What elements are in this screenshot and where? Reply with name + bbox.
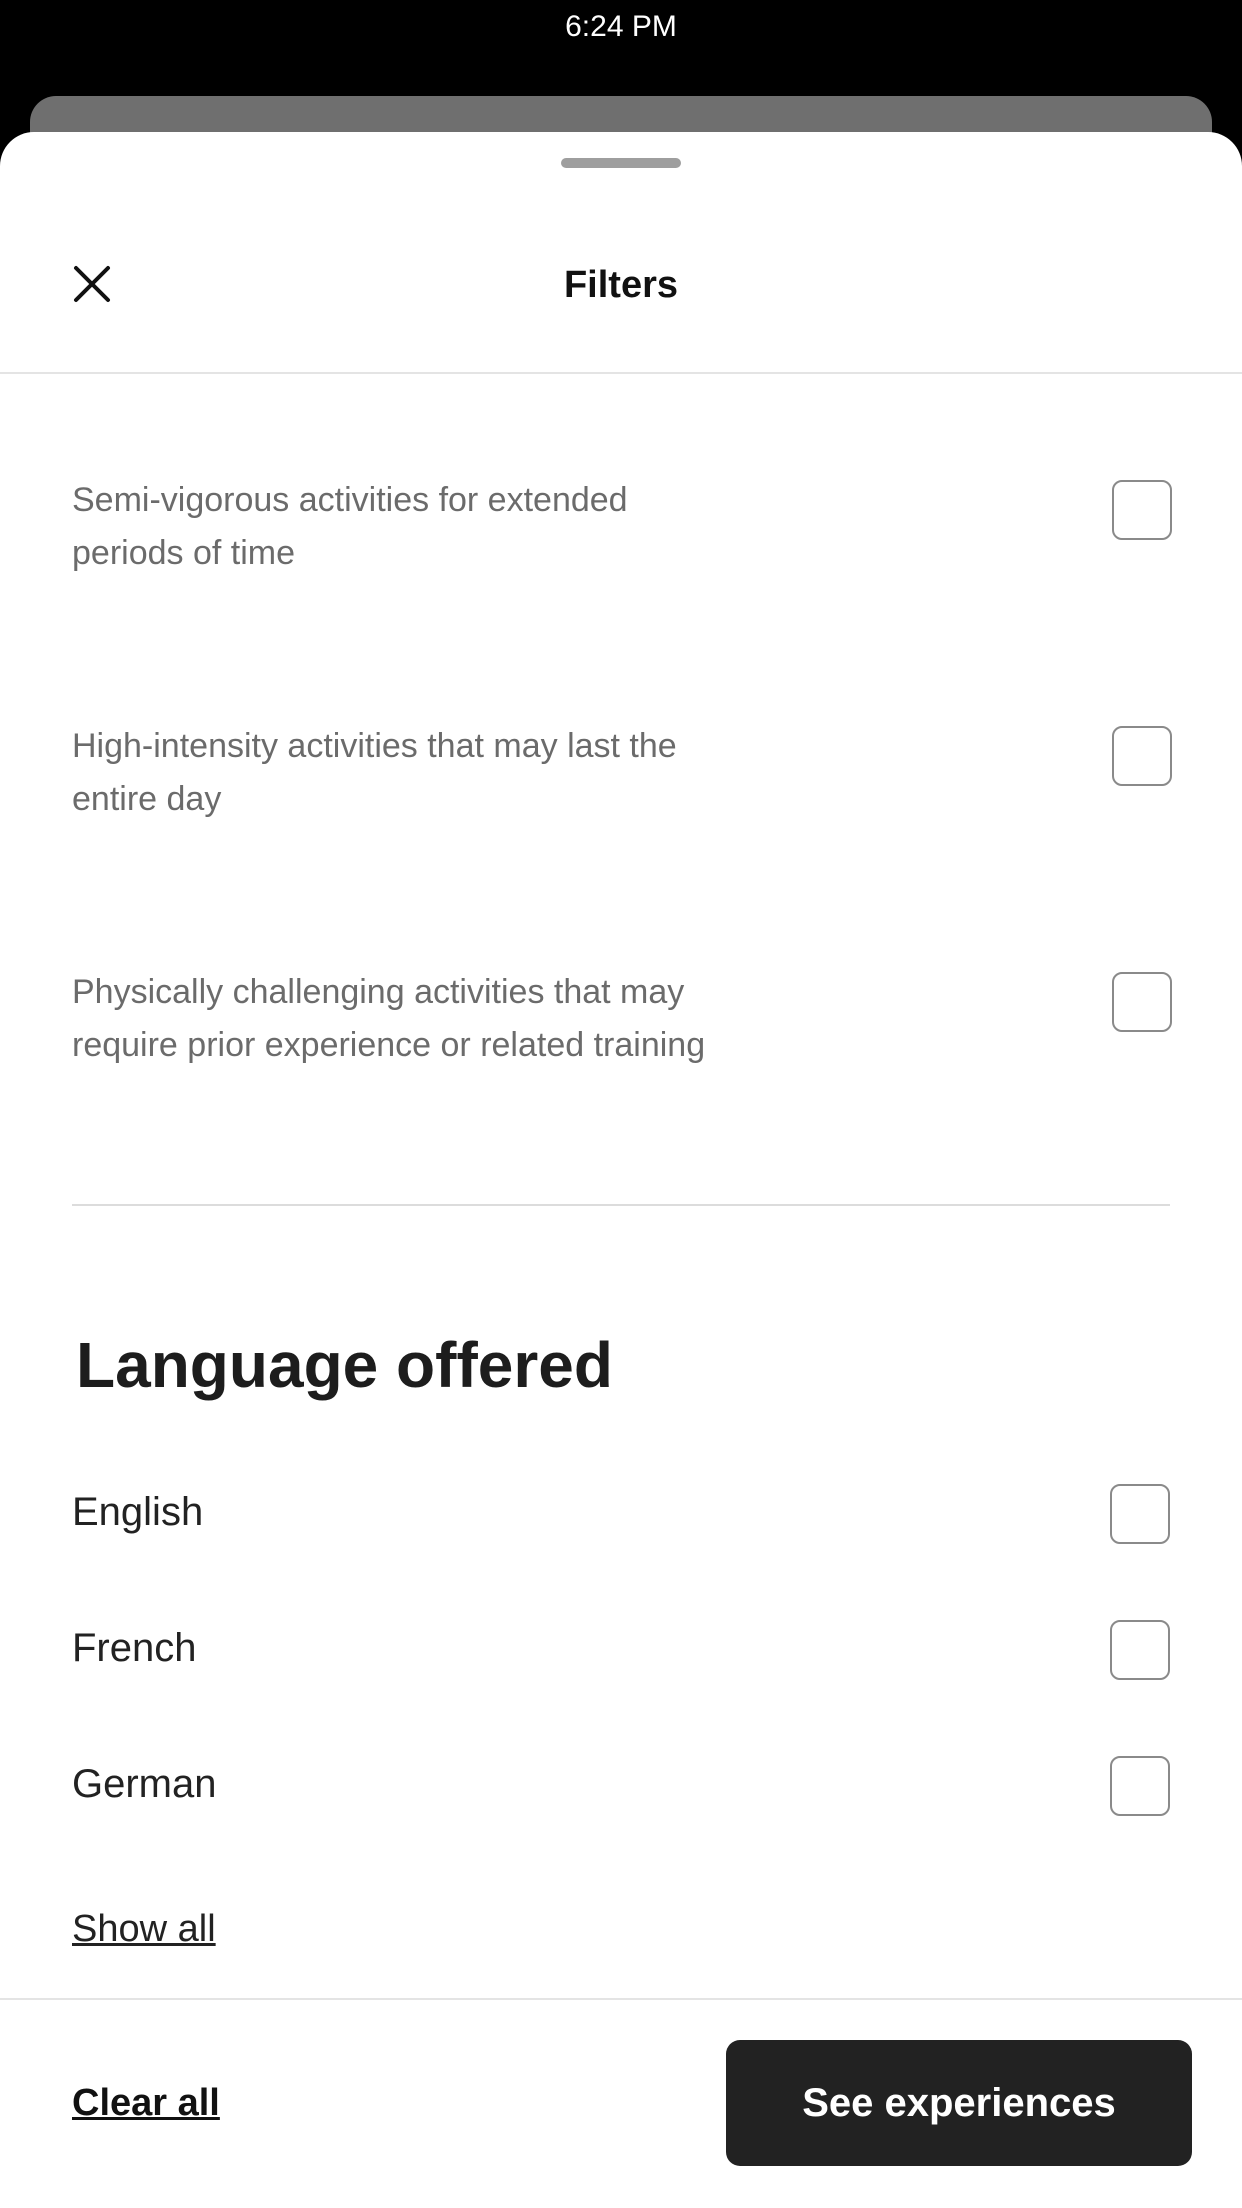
language-option-french[interactable]: French bbox=[72, 1614, 1170, 1688]
checkbox[interactable] bbox=[1112, 972, 1172, 1032]
header-divider bbox=[0, 372, 1242, 374]
language-option-english[interactable]: English bbox=[72, 1478, 1170, 1552]
activity-option-3[interactable]: Physically challenging activities that m… bbox=[72, 966, 1172, 1072]
footer-divider bbox=[0, 1998, 1242, 2000]
checkbox[interactable] bbox=[1112, 480, 1172, 540]
language-label: English bbox=[72, 1490, 204, 1534]
activity-option-2[interactable]: High-intensity activities that may last … bbox=[72, 720, 1172, 826]
activity-option-1[interactable]: Semi-vigorous activities for extended pe… bbox=[72, 474, 1172, 580]
activity-caption-2a: High-intensity activities that may last … bbox=[72, 727, 677, 765]
checkbox[interactable] bbox=[1110, 1756, 1170, 1816]
language-section-title: Language offered bbox=[76, 1329, 613, 1401]
checkbox[interactable] bbox=[1110, 1620, 1170, 1680]
see-experiences-button[interactable]: See experiences bbox=[726, 2040, 1192, 2166]
checkbox[interactable] bbox=[1112, 726, 1172, 786]
activity-caption-3a: Physically challenging activities that m… bbox=[72, 973, 685, 1011]
language-label: German bbox=[72, 1762, 217, 1806]
show-all-link[interactable]: Show all bbox=[72, 1908, 216, 1951]
language-option-german[interactable]: German bbox=[72, 1750, 1170, 1824]
clear-all-button[interactable]: Clear all bbox=[72, 2082, 220, 2125]
status-bar: 6:24 PM bbox=[0, 0, 1242, 52]
page-title: Filters bbox=[563, 264, 679, 306]
checkbox[interactable] bbox=[1110, 1484, 1170, 1544]
drag-handle[interactable] bbox=[561, 158, 681, 168]
activity-caption-3b: require prior experience or related trai… bbox=[72, 1026, 706, 1064]
activity-caption-1a: Semi-vigorous activities for extended bbox=[72, 481, 628, 519]
activity-caption-2b: entire day bbox=[72, 780, 222, 818]
filters-sheet: Filters Semi-vigorous activities for ext… bbox=[0, 132, 1242, 2208]
section-divider bbox=[72, 1204, 1170, 1206]
activity-caption-1b: periods of time bbox=[72, 534, 295, 572]
language-label: French bbox=[72, 1626, 197, 1670]
status-time: 6:24 PM bbox=[565, 10, 677, 43]
